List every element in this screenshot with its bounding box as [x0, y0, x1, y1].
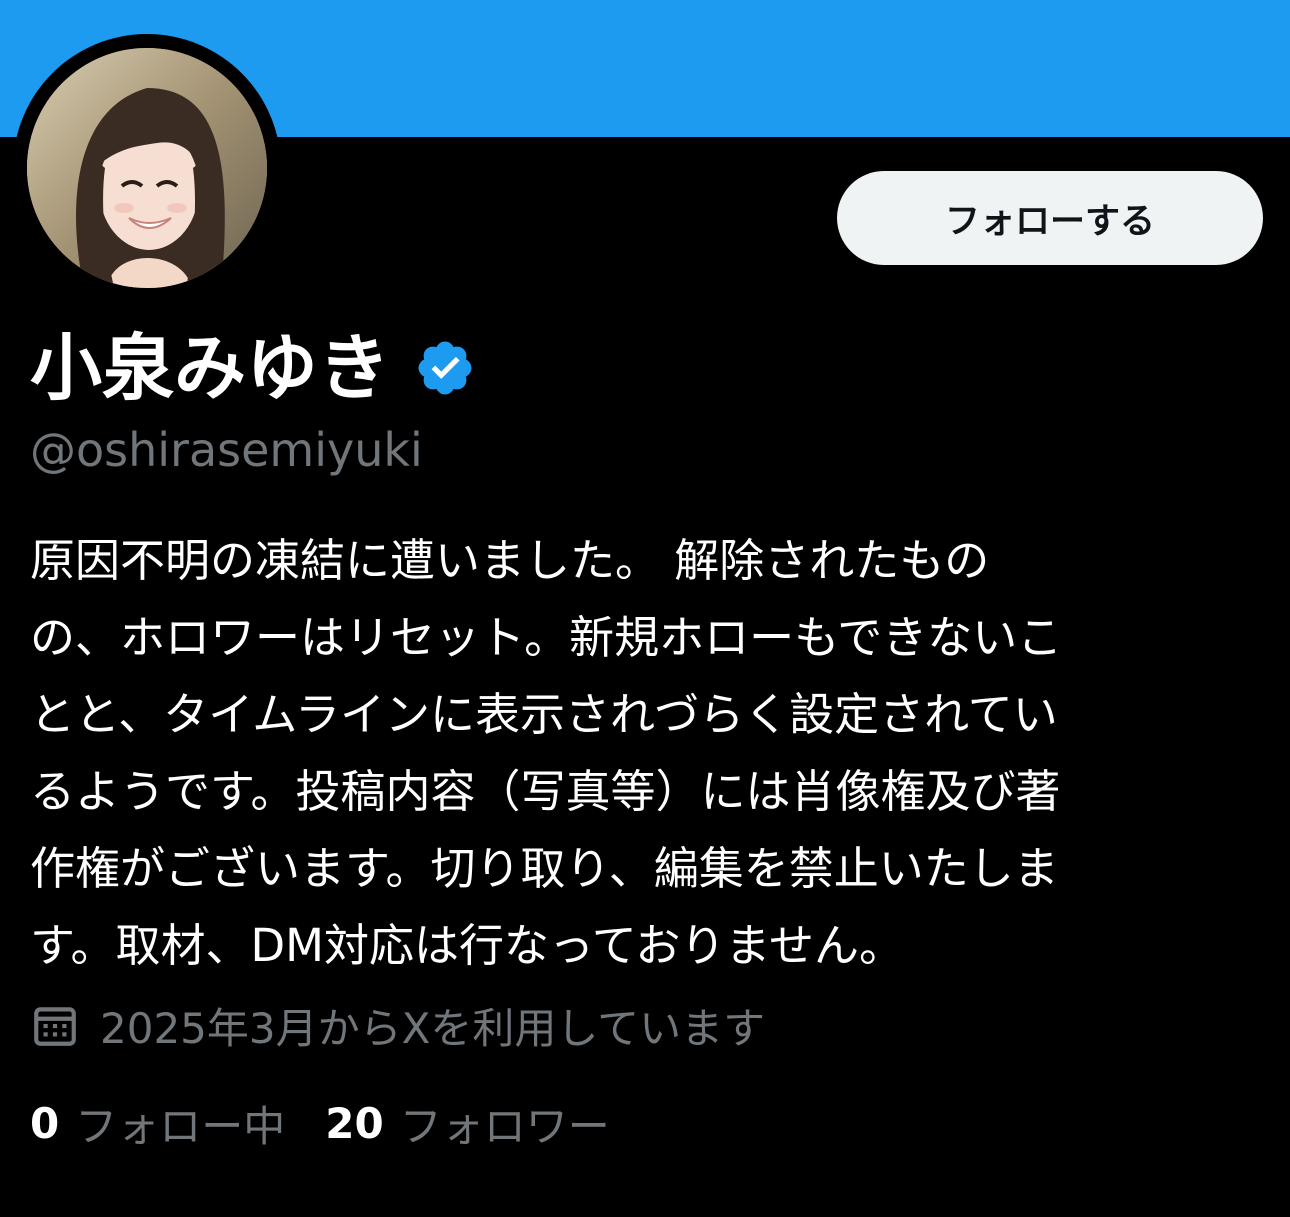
joined-date: 2025年3月からXを利用しています	[30, 995, 765, 1055]
followers-count: 20	[325, 1098, 384, 1148]
bio-line: 原因不明の凍結に遭いました。 解除されたもの	[30, 534, 990, 587]
display-name: 小泉みゆき	[30, 326, 391, 410]
bio-line: るようです。投稿内容（写真等）には肖像権及び著	[30, 765, 1061, 818]
follow-stats: 0 フォロー中 20 フォロワー	[30, 1093, 610, 1153]
followers-label: フォロワー	[399, 1101, 610, 1151]
bio: 原因不明の凍結に遭いました。 解除されたもの の、ホロワーはリセット。新規ホロー…	[30, 522, 1265, 984]
avatar[interactable]	[27, 48, 267, 288]
bio-line: 作権がございます。切り取り、編集を禁止いたしま	[30, 842, 1059, 895]
joined-text: 2025年3月からXを利用しています	[100, 1003, 766, 1053]
bio-line: の、ホロワーはリセット。新規ホローもできないこ	[30, 611, 1063, 664]
following-link[interactable]: 0 フォロー中	[30, 1093, 285, 1154]
user-handle: @oshirasemiyuki	[30, 423, 423, 477]
bio-line: とと、タイムラインに表示されづらく設定されてい	[30, 688, 1058, 741]
verified-badge-icon[interactable]	[414, 337, 476, 399]
name-row: 小泉みゆき	[30, 318, 476, 418]
following-count: 0	[30, 1098, 60, 1148]
avatar-image	[27, 48, 267, 288]
calendar-icon	[30, 1000, 80, 1050]
bio-line: す。取材、DM対応は行なっておりません。	[30, 919, 905, 972]
following-label: フォロー中	[75, 1101, 286, 1151]
follow-button[interactable]: フォローする	[837, 171, 1263, 265]
followers-link[interactable]: 20 フォロワー	[325, 1093, 609, 1154]
